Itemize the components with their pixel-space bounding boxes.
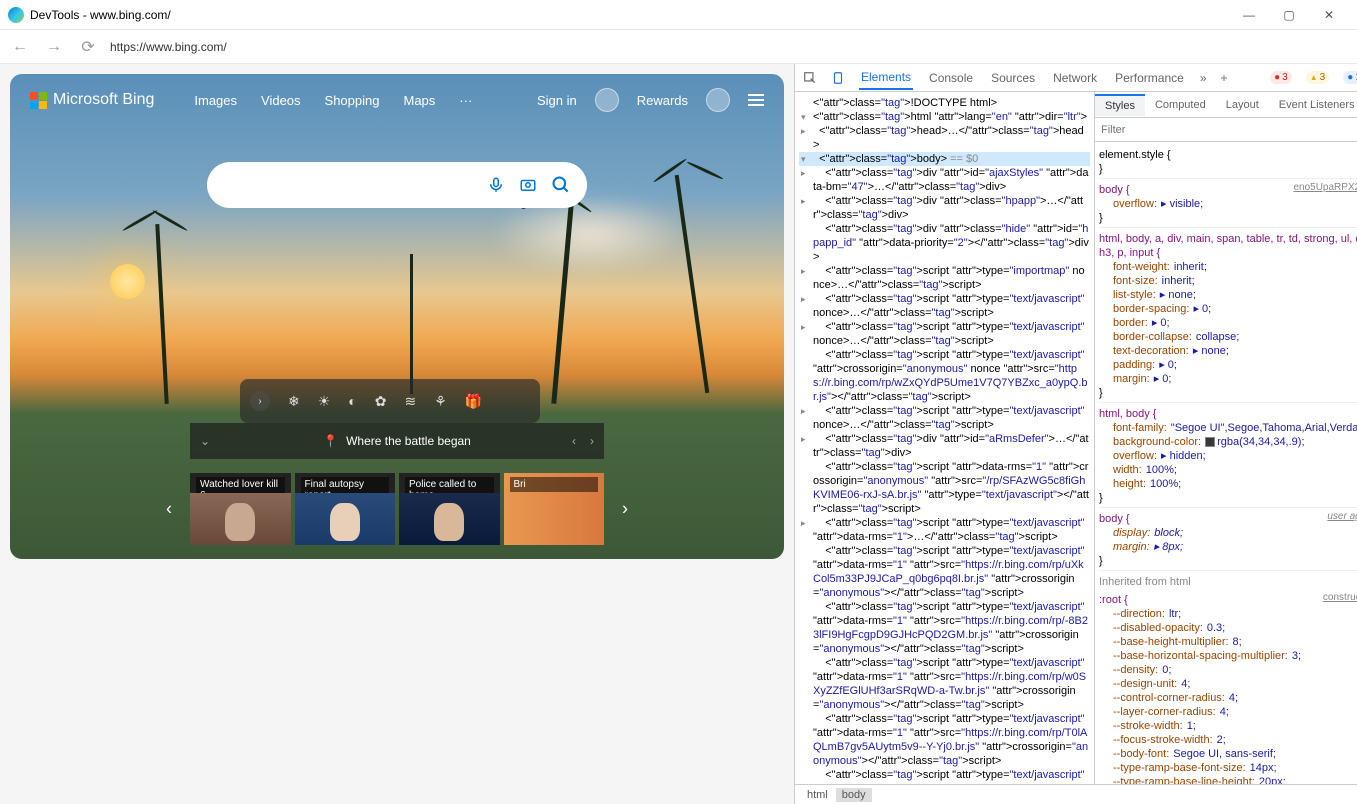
news-card-3[interactable]: Police called to home (399, 473, 500, 545)
tab-listeners[interactable]: Event Listeners (1269, 95, 1357, 115)
nav-images[interactable]: Images (194, 93, 237, 108)
search-icon[interactable] (551, 175, 571, 195)
edge-icon (8, 7, 24, 23)
caption-prev-icon[interactable]: ‹ (572, 434, 576, 448)
news-card-2[interactable]: Final autopsy report (295, 473, 396, 545)
bing-nav: Images Videos Shopping Maps ··· (194, 93, 472, 108)
tab-computed[interactable]: Computed (1145, 95, 1216, 115)
leaf-icon[interactable]: ✿ (375, 393, 387, 410)
styles-tabs: Styles Computed Layout Event Listeners » (1095, 92, 1357, 118)
reload-button[interactable]: ⟳ (76, 35, 100, 59)
bing-logo[interactable]: Microsoft Bing (30, 91, 154, 109)
microsoft-logo-icon (30, 92, 47, 109)
tabs-more-icon[interactable]: » (1200, 71, 1207, 85)
nav-shopping[interactable]: Shopping (325, 93, 380, 108)
back-button[interactable]: ← (8, 35, 32, 59)
image-caption-bar: ⌄ 📍 Where the battle began ‹ › (190, 423, 604, 459)
gift-icon[interactable]: 🎁 (465, 393, 482, 410)
news-cards: ‹ Watched lover kill 6 Final autopsy rep… (190, 473, 604, 545)
window-title: DevTools - www.bing.com/ (30, 8, 1229, 22)
paw-icon[interactable]: ⚘ (434, 393, 447, 410)
dom-breadcrumbs: html body (795, 784, 1357, 804)
icon-strip: › ❄ ☀ ◐ ✿ ≋ ⚘ 🎁 (240, 379, 540, 423)
nav-more[interactable]: ··· (459, 93, 472, 108)
wave-icon[interactable]: ≋ (405, 393, 417, 410)
styles-panel: Styles Computed Layout Event Listeners »… (1095, 92, 1357, 784)
browser-toolbar: ← → ⟳ https://www.bing.com/ (0, 30, 1357, 64)
bing-homepage: Microsoft Bing Images Videos Shopping Ma… (10, 74, 784, 559)
warning-badge[interactable]: 3 (1306, 71, 1329, 84)
tab-layout[interactable]: Layout (1216, 95, 1269, 115)
snowflake-icon[interactable]: ❄ (288, 393, 300, 410)
bing-header: Microsoft Bing Images Videos Shopping Ma… (10, 88, 784, 112)
nav-maps[interactable]: Maps (403, 93, 435, 108)
tab-network[interactable]: Network (1051, 67, 1099, 89)
crumb-html[interactable]: html (801, 788, 834, 802)
strip-expand-icon[interactable]: › (250, 391, 270, 411)
bing-logo-text: Microsoft Bing (53, 91, 154, 109)
caption-text: Where the battle began (346, 434, 471, 448)
news-card-4[interactable]: Bri (504, 473, 605, 545)
elements-tree[interactable]: <"attr">class="tag">!DOCTYPE html><"attr… (795, 92, 1095, 784)
news-card-1[interactable]: Watched lover kill 6 (190, 473, 291, 545)
tab-performance[interactable]: Performance (1113, 67, 1186, 89)
forward-button[interactable]: → (42, 35, 66, 59)
new-tab-icon[interactable]: + (1221, 71, 1228, 85)
sun-icon[interactable]: ☀ (318, 393, 331, 410)
tab-console[interactable]: Console (927, 67, 975, 89)
address-bar[interactable]: https://www.bing.com/ (110, 40, 1349, 54)
styles-filter-input[interactable] (1101, 124, 1355, 136)
minimize-button[interactable]: — (1229, 1, 1269, 29)
caption-dropdown-icon[interactable]: ⌄ (200, 434, 210, 448)
rewards-icon[interactable] (706, 88, 730, 112)
close-button[interactable]: ✕ (1309, 1, 1349, 29)
nav-videos[interactable]: Videos (261, 93, 301, 108)
avatar-icon[interactable] (595, 88, 619, 112)
mic-icon[interactable] (487, 176, 505, 194)
inspect-icon[interactable] (803, 71, 817, 85)
cards-next-icon[interactable]: › (622, 499, 628, 520)
tab-elements[interactable]: Elements (859, 66, 913, 90)
location-icon: 📍 (323, 434, 338, 448)
error-badge[interactable]: 3 (1270, 71, 1292, 84)
tab-sources[interactable]: Sources (989, 67, 1037, 89)
bulb-icon[interactable]: ◐ (348, 393, 356, 409)
window-titlebar: DevTools - www.bing.com/ — ▢ ✕ (0, 0, 1357, 30)
devtools-toolbar: Elements Console Sources Network Perform… (795, 64, 1357, 92)
maximize-button[interactable]: ▢ (1269, 1, 1309, 29)
device-icon[interactable] (831, 71, 845, 85)
devtools-panel: Elements Console Sources Network Perform… (794, 64, 1357, 804)
caption-next-icon[interactable]: › (590, 434, 594, 448)
sunset-decoration (110, 264, 145, 299)
hamburger-icon[interactable] (748, 94, 764, 106)
styles-rules[interactable]: element.style {}eno5UpaRPX2…GU.br.css:1b… (1095, 142, 1357, 784)
signin-link[interactable]: Sign in (537, 93, 577, 108)
search-box[interactable] (207, 162, 587, 208)
page-content: Microsoft Bing Images Videos Shopping Ma… (0, 64, 794, 804)
crumb-body[interactable]: body (836, 788, 872, 802)
tab-styles[interactable]: Styles (1095, 94, 1145, 116)
styles-filter-bar: :hov .cls + (1095, 118, 1357, 142)
camera-icon[interactable] (519, 176, 537, 194)
rewards-link[interactable]: Rewards (637, 93, 688, 108)
cards-prev-icon[interactable]: ‹ (166, 499, 172, 520)
info-badge[interactable]: 11 (1343, 71, 1357, 84)
